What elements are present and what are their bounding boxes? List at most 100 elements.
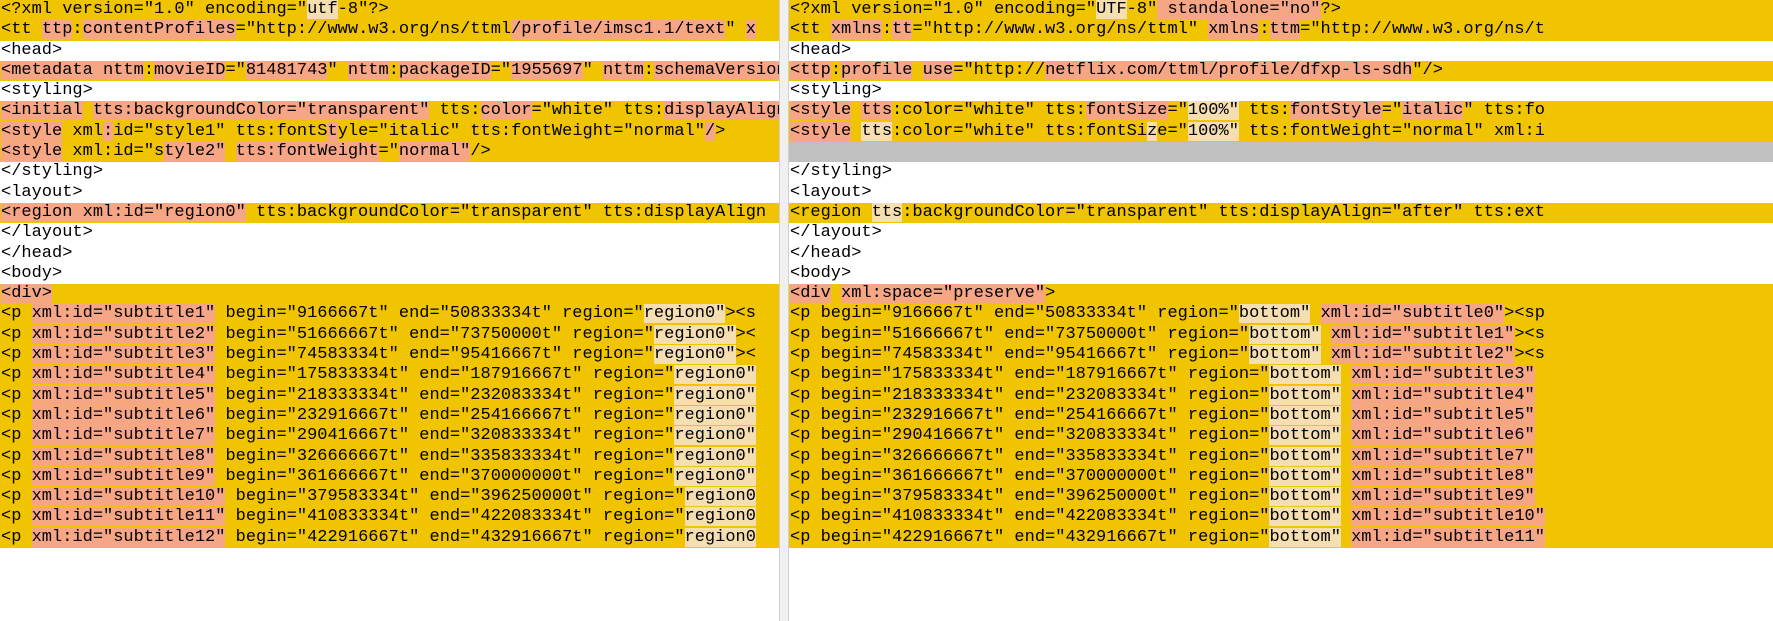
modified-text-segment: 100%": [1187, 121, 1239, 141]
deleted-text-segment: t: [327, 121, 338, 141]
modified-text-segment: region0": [674, 385, 756, 405]
text-segment: begin="410833334t" end="422083334t" regi…: [225, 507, 685, 527]
code-line[interactable]: <region tts:backgroundColor="transparent…: [789, 202, 1773, 224]
code-line[interactable]: </styling>: [0, 162, 779, 182]
deleted-text-segment: 1955697: [511, 60, 583, 80]
code-line[interactable]: <?xml version="1.0" encoding="utf-8"?>: [0, 0, 779, 21]
left-compare-pane[interactable]: <?xml version="1.0" encoding="utf-8"?> <t…: [0, 0, 779, 621]
deleted-text-segment: nttm: [347, 60, 389, 80]
code-line[interactable]: </styling>: [789, 162, 1773, 182]
code-line[interactable]: <style xml:id="style2" tts:fontWeight="n…: [0, 142, 779, 163]
code-line[interactable]: <p begin="74583334t" end="95416667t" reg…: [789, 345, 1773, 366]
deleted-text-segment: xml:id="subtitle9": [1351, 487, 1535, 507]
deleted-text-segment: tts:backgroundColor="transparent": [92, 101, 430, 121]
code-line[interactable]: <p xml:id="subtitle4" begin="175833334t"…: [0, 365, 779, 386]
modified-text-segment: region0": [674, 446, 756, 466]
code-line[interactable]: <p begin="51666667t" end="73750000t" reg…: [789, 324, 1773, 346]
text-segment: <p: [1, 527, 32, 547]
text-segment: [1341, 447, 1351, 466]
deleted-text-segment: <region xml:id="region0": [1, 202, 246, 222]
deleted-text-segment: xml:id="subtitle8": [1351, 466, 1535, 486]
code-line[interactable]: <p xml:id="subtitle8" begin="326666667t"…: [0, 446, 779, 467]
deleted-text-segment: movieID: [154, 60, 226, 80]
code-line[interactable]: <ttp:profile use="http://netflix.com/ttm…: [789, 60, 1773, 82]
code-line[interactable]: <p xml:id="subtitle5" begin="218333334t"…: [0, 385, 779, 406]
modified-text-segment: bottom": [1269, 487, 1341, 507]
code-line[interactable]: <style xml:id="style1" tts:fontStyle="it…: [0, 121, 779, 143]
code-line[interactable]: <p begin="410833334t" end="422083334t" r…: [789, 507, 1773, 528]
text-segment: ><sp: [1504, 304, 1545, 324]
code-line[interactable]: </head>: [0, 244, 779, 264]
code-line[interactable]: <style tts:color="white" tts:fontSize="1…: [789, 101, 1773, 122]
text-segment: ="http://www.w3.org/ns/t: [1300, 20, 1545, 40]
text-segment: [1341, 386, 1351, 405]
code-line[interactable]: <layout>: [789, 183, 1773, 203]
code-line[interactable]: <div>: [0, 284, 779, 305]
code-line[interactable]: <p begin="232916667t" end="254166667t" r…: [789, 405, 1773, 427]
code-line[interactable]: <p begin="379583334t" end="396250000t" r…: [789, 487, 1773, 508]
text-segment: [1341, 528, 1351, 547]
code-line[interactable]: </layout>: [0, 223, 779, 243]
code-line[interactable]: <p begin="175833334t" end="187916667t" r…: [789, 365, 1773, 386]
text-segment: xml:id="s: [62, 142, 165, 162]
text-segment: [1341, 426, 1351, 445]
code-line[interactable]: <styling>: [0, 81, 779, 101]
deleted-text-segment: <div: [790, 284, 831, 304]
code-line[interactable]: <initial tts:backgroundColor="transparen…: [0, 101, 779, 122]
code-line[interactable]: <p xml:id="subtitle1" begin="9166667t" e…: [0, 304, 779, 325]
code-line[interactable]: <p xml:id="subtitle11" begin="410833334t…: [0, 507, 779, 528]
text-segment: ="white" tts:: [531, 101, 665, 121]
modified-text-segment: 100%": [1187, 101, 1239, 121]
code-line[interactable]: <p xml:id="subtitle10" begin="379583334t…: [0, 487, 779, 508]
code-line[interactable]: <layout>: [0, 183, 779, 203]
deleted-text-segment: xml:id="subtitle4": [1351, 385, 1535, 405]
code-line[interactable]: <p begin="9166667t" end="50833334t" regi…: [789, 304, 1773, 325]
modified-text-segment: region0": [643, 304, 726, 324]
text-segment: />: [470, 142, 491, 162]
code-line[interactable]: <tt xmlns:tt="http://www.w3.org/ns/ttml"…: [789, 20, 1773, 41]
deleted-text-segment: tt: [892, 20, 913, 40]
code-line[interactable]: <p begin="326666667t" end="335833334t" r…: [789, 446, 1773, 467]
code-line[interactable]: <head>: [0, 41, 779, 61]
code-line[interactable]: <p xml:id="subtitle2" begin="51666667t" …: [0, 324, 779, 346]
modified-text-segment: UTF: [1096, 0, 1127, 19]
code-line[interactable]: </head>: [789, 244, 1773, 264]
code-line[interactable]: <p xml:id="subtitle3" begin="74583334t" …: [0, 345, 779, 366]
code-line[interactable]: <?xml version="1.0" encoding="UTF-8" sta…: [789, 0, 1773, 21]
deleted-text-segment: use: [922, 60, 954, 80]
blank-placeholder-line[interactable]: [789, 142, 1773, 163]
code-line[interactable]: <body>: [0, 264, 779, 284]
deleted-text-segment: xmlns: [830, 20, 882, 40]
code-line[interactable]: <p xml:id="subtitle6" begin="232916667t"…: [0, 405, 779, 427]
text-segment: <p: [1, 426, 32, 446]
text-segment: <p: [1, 304, 32, 324]
code-line[interactable]: <div xml:space="preserve">: [789, 284, 1773, 305]
code-line[interactable]: <p xml:id="subtitle9" begin="361666667t"…: [0, 466, 779, 488]
text-segment: ": [582, 60, 603, 80]
code-line[interactable]: <region xml:id="region0" tts:backgroundC…: [0, 202, 779, 224]
deleted-text-segment: schemaVersion: [653, 60, 779, 80]
text-segment: id="style1" tts:fontS: [113, 121, 328, 141]
text-segment: begin="361666667t" end="370000000t" regi…: [215, 466, 675, 486]
code-line[interactable]: <style tts:color="white" tts:fontSize="1…: [789, 121, 1773, 143]
code-line[interactable]: <styling>: [789, 81, 1773, 101]
deleted-text-segment: xml:id="subtitle5": [1351, 405, 1535, 425]
code-line[interactable]: <p begin="422916667t" end="432916667t" r…: [789, 527, 1773, 549]
code-line[interactable]: <tt ttp:contentProfiles="http://www.w3.o…: [0, 20, 779, 41]
text-segment: <p begin="175833334t" end="187916667t" r…: [790, 365, 1270, 385]
code-line[interactable]: <p xml:id="subtitle12" begin="422916667t…: [0, 527, 779, 549]
code-line[interactable]: <p xml:id="subtitle7" begin="290416667t"…: [0, 426, 779, 447]
pane-splitter[interactable]: [779, 0, 789, 621]
code-line[interactable]: <p begin="361666667t" end="370000000t" r…: [789, 466, 1773, 488]
code-line[interactable]: </layout>: [789, 223, 1773, 243]
code-line[interactable]: <head>: [789, 41, 1773, 61]
modified-text-segment: region0": [674, 405, 756, 425]
code-line[interactable]: <p begin="290416667t" end="320833334t" r…: [789, 426, 1773, 447]
modified-text-segment: bottom": [1238, 304, 1311, 324]
right-compare-pane[interactable]: <?xml version="1.0" encoding="UTF-8" sta…: [789, 0, 1773, 621]
code-line[interactable]: <body>: [789, 264, 1773, 284]
text-segment: begin="9166667t" end="50833334t" region=…: [215, 304, 644, 324]
text-segment: ?>: [1320, 0, 1341, 19]
code-line[interactable]: <metadata nttm:movieID="81481743" nttm:p…: [0, 60, 779, 82]
code-line[interactable]: <p begin="218333334t" end="232083334t" r…: [789, 385, 1773, 406]
